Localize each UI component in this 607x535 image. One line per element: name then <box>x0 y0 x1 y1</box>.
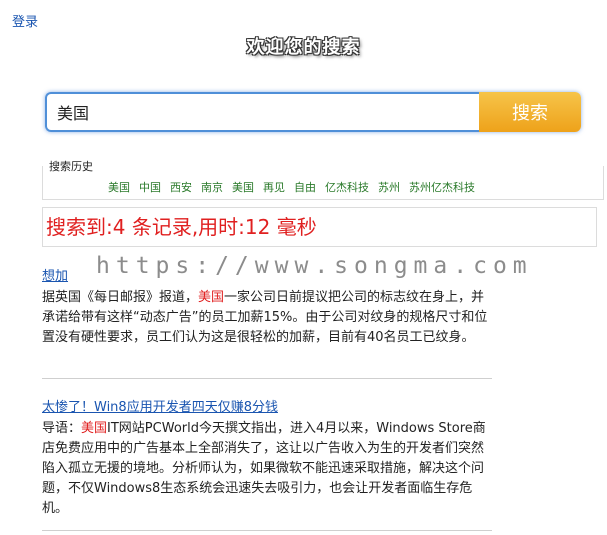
login-link[interactable]: 登录 <box>12 11 38 30</box>
keyword-highlight: 美国 <box>198 290 225 305</box>
history-item[interactable]: 自由 <box>294 181 316 194</box>
history-item[interactable]: 苏州亿杰科技 <box>409 181 475 194</box>
history-item[interactable]: 亿杰科技 <box>325 181 369 194</box>
history-item[interactable]: 中国 <box>139 181 161 194</box>
search-history-label: 搜索历史 <box>49 158 95 174</box>
history-item[interactable]: 南京 <box>201 181 223 194</box>
search-history: 搜索历史 美国 中国 西安 南京 美国 再见 自由 亿杰科技 苏州 苏州亿杰科技 <box>42 158 604 200</box>
search-input[interactable] <box>45 92 489 132</box>
result-item: 想加 据英国《每日邮报》报道，美国一家公司日前提议把公司的标志纹在身上，并承诺给… <box>42 265 492 348</box>
history-item[interactable]: 美国 <box>232 181 254 194</box>
result-item: 太惨了！Win8应用开发者四天仅赚8分钱 导语：美国IT网站PCWorld今天撰… <box>42 396 492 519</box>
search-button[interactable]: 搜索 <box>479 92 581 132</box>
history-item[interactable]: 再见 <box>263 181 285 194</box>
result-stats: 搜索到:4 条记录,用时:12 毫秒 <box>42 207 597 247</box>
result-snippet: 导语：美国IT网站PCWorld今天撰文指出，进入4月以来，Windows St… <box>42 421 486 516</box>
result-divider <box>42 530 492 531</box>
result-divider <box>42 378 492 379</box>
result-snippet: 据英国《每日邮报》报道，美国一家公司日前提议把公司的标志纹在身上，并承诺给带有这… <box>42 290 488 345</box>
result-title-link[interactable]: 想加 <box>42 265 492 284</box>
keyword-highlight: 美国 <box>81 421 108 436</box>
result-title-link[interactable]: 太惨了！Win8应用开发者四天仅赚8分钱 <box>42 396 492 415</box>
page-title: 欢迎您的搜索 <box>246 37 361 58</box>
history-item[interactable]: 苏州 <box>378 181 400 194</box>
search-bar: 搜索 <box>45 92 581 132</box>
history-item[interactable]: 西安 <box>170 181 192 194</box>
search-history-items: 美国 中国 西安 南京 美国 再见 自由 亿杰科技 苏州 苏州亿杰科技 <box>108 179 484 195</box>
history-item[interactable]: 美国 <box>108 181 130 194</box>
